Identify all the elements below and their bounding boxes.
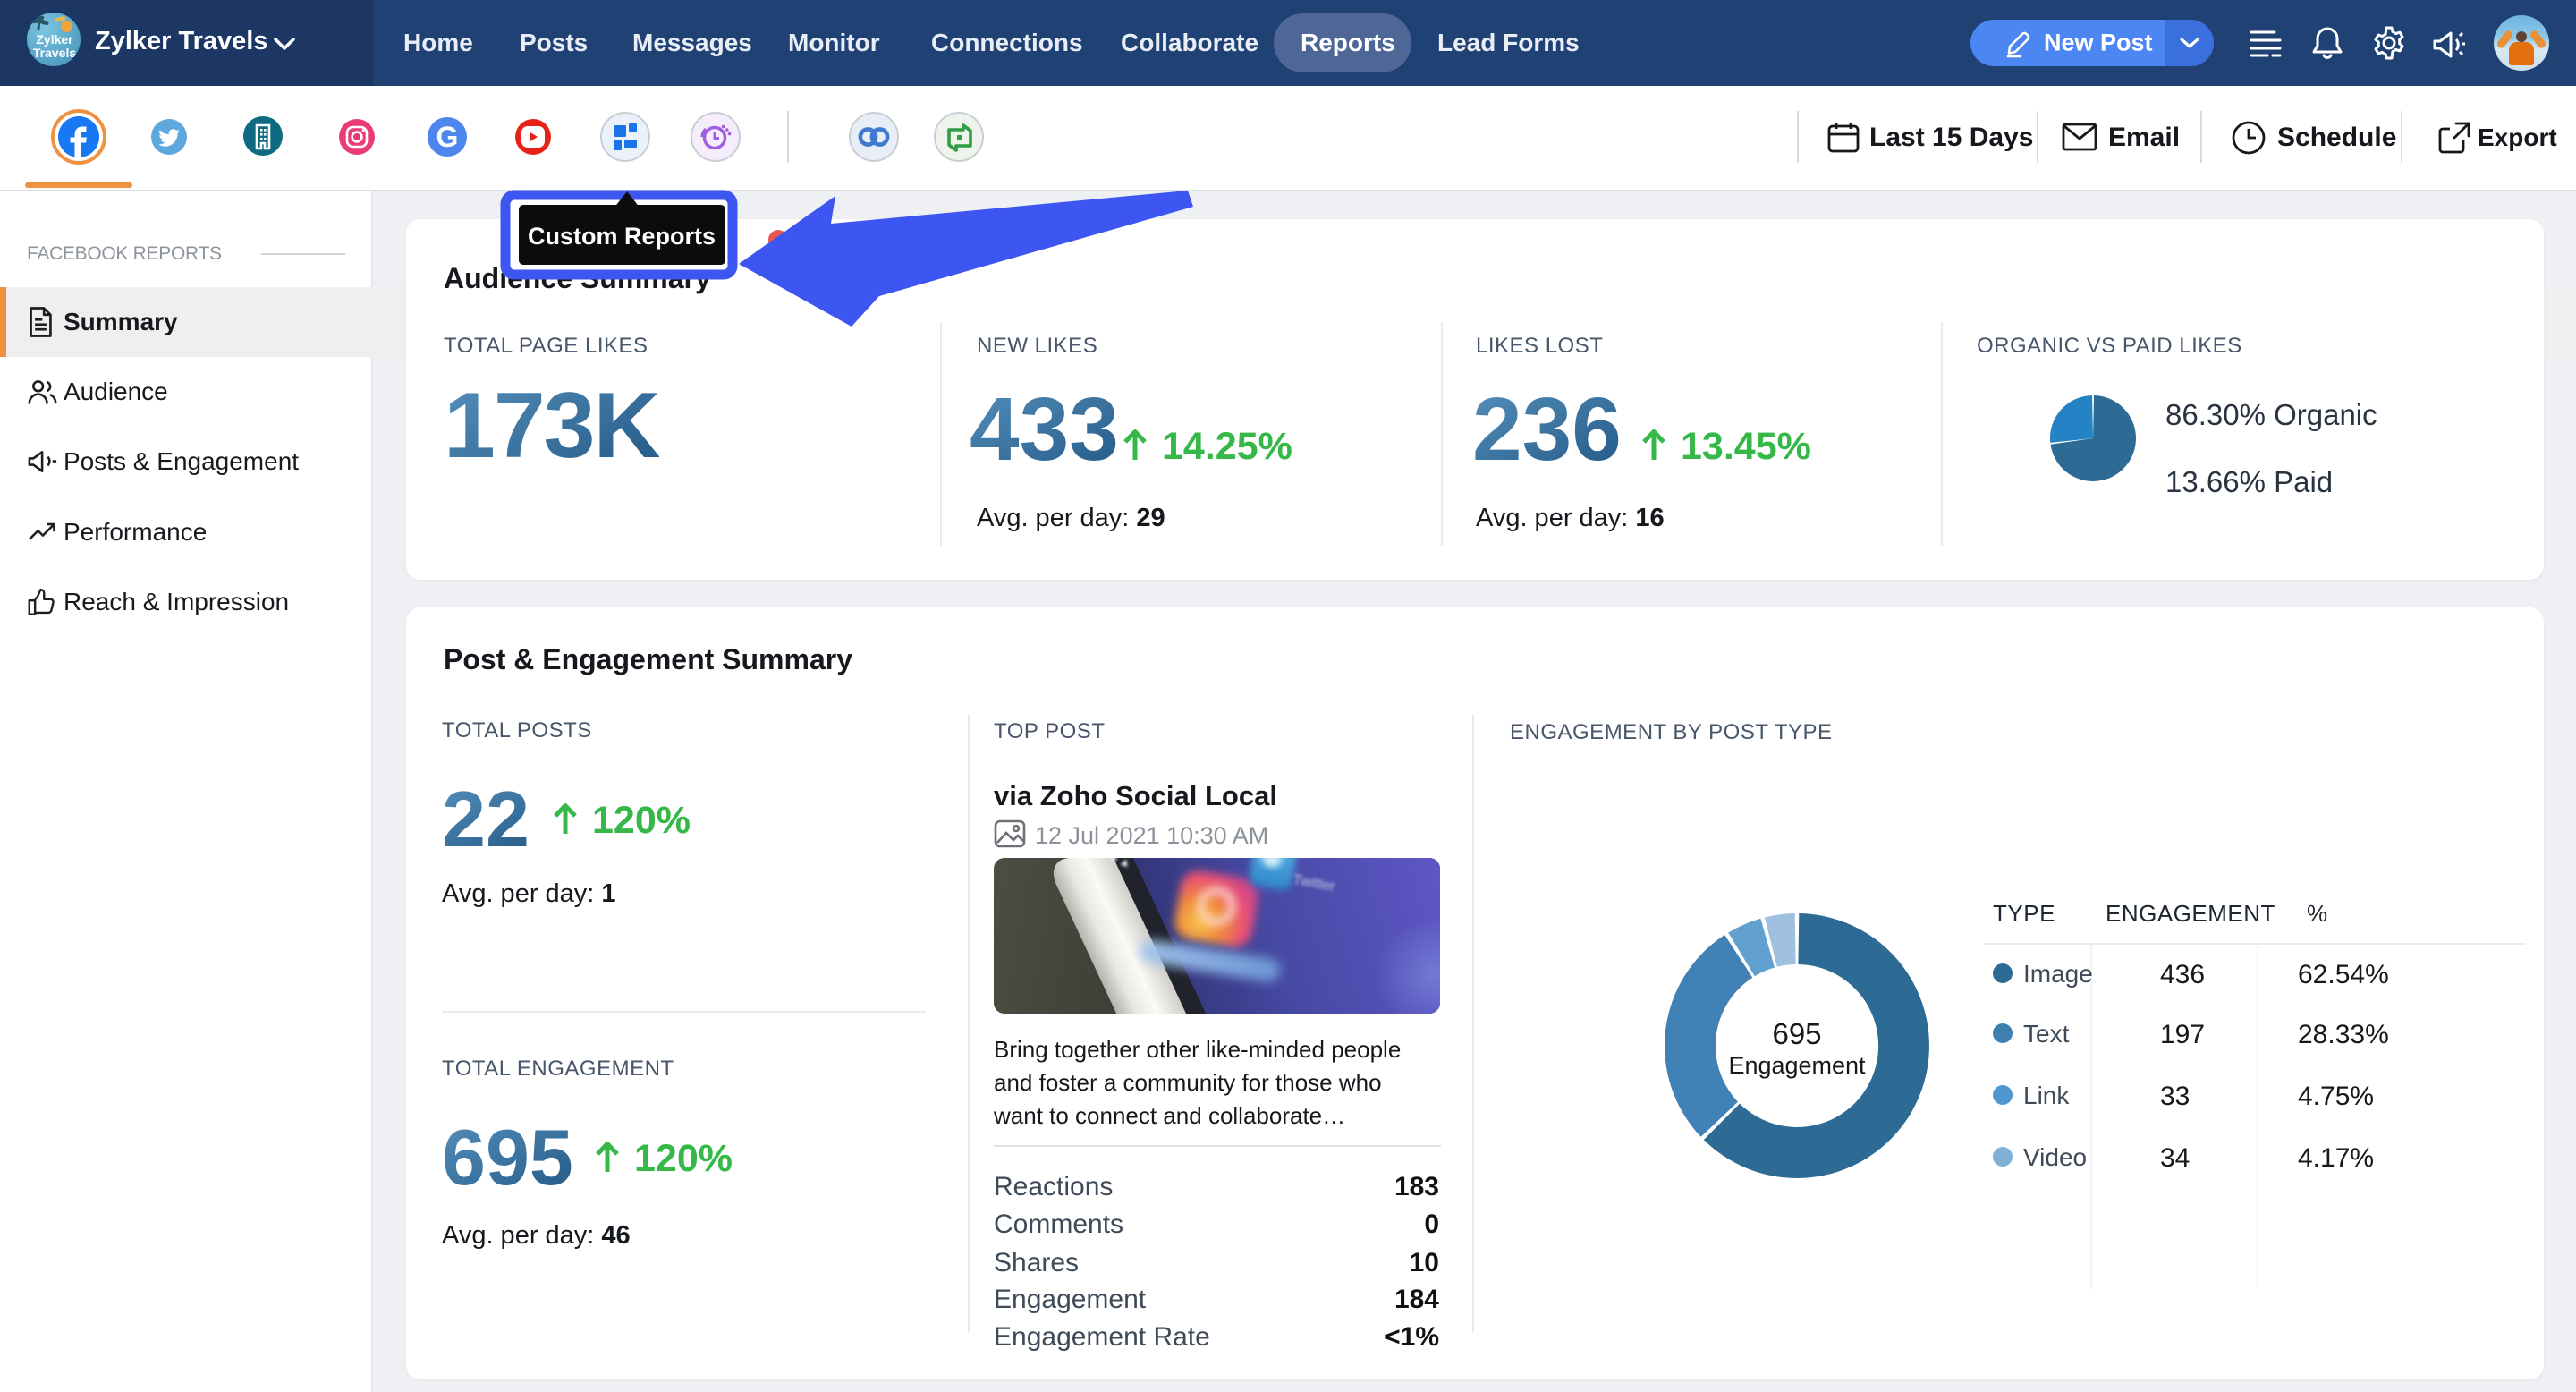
svg-text:Custom Reports: Custom Reports [528,223,716,250]
